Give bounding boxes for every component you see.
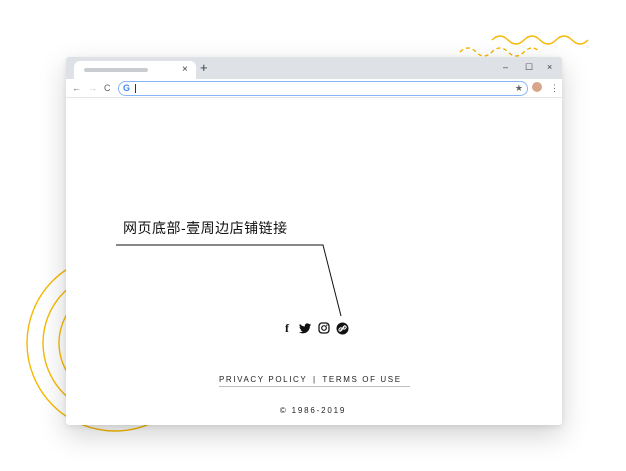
annotation-leader-line xyxy=(116,244,342,317)
terms-of-use-link[interactable]: TERMS OF USE xyxy=(322,375,401,384)
instagram-icon[interactable] xyxy=(318,321,330,335)
footer-link-separator: | xyxy=(313,375,317,384)
facebook-icon[interactable]: f xyxy=(282,321,292,335)
link-icon[interactable] xyxy=(336,321,349,335)
twitter-icon[interactable] xyxy=(299,321,312,335)
copyright-text: © 1986-2019 xyxy=(279,406,347,415)
privacy-policy-link[interactable]: PRIVACY POLICY xyxy=(219,375,307,384)
footer-links: PRIVACY POLICY | TERMS OF USE xyxy=(219,374,410,387)
